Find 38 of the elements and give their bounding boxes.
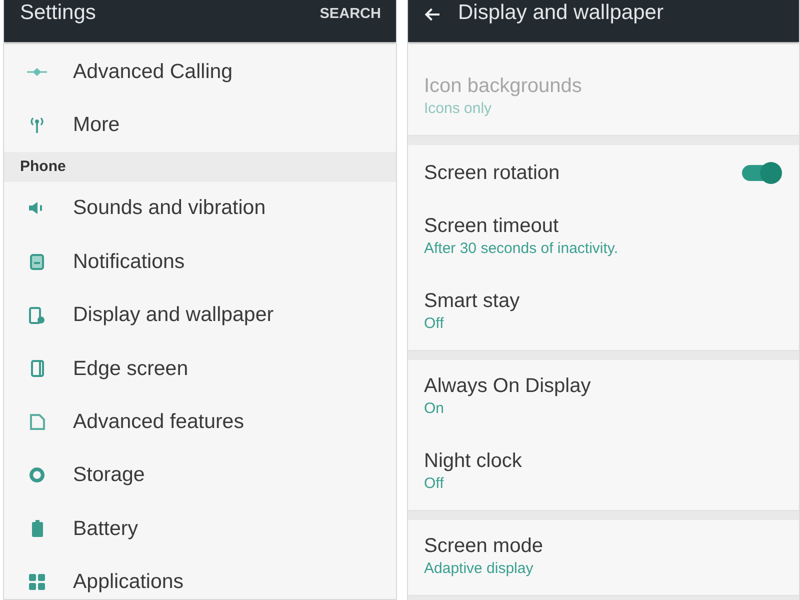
setting-summary: On bbox=[424, 400, 446, 418]
section-header: Phone bbox=[4, 152, 396, 182]
settings-item[interactable]: Storage bbox=[4, 448, 396, 502]
back-arrow-icon bbox=[425, 8, 440, 21]
setting-title[interactable]: Screen timeout bbox=[424, 214, 618, 238]
settings-item[interactable]: Applications bbox=[4, 556, 396, 599]
settings-item[interactable]: Notifications bbox=[4, 235, 396, 289]
phone-outline-icon bbox=[30, 360, 44, 378]
setting-title[interactable]: Smart stay bbox=[424, 289, 520, 313]
settings-item[interactable]: More bbox=[4, 98, 396, 152]
ring-icon bbox=[29, 467, 45, 484]
setting-summary: Off bbox=[424, 475, 445, 493]
screen-title: Settings bbox=[20, 1, 96, 25]
setting-summary: Adaptive display bbox=[424, 560, 534, 578]
square-panel-icon bbox=[30, 254, 44, 270]
search-button[interactable]: SEARCH bbox=[318, 4, 382, 24]
phone-circle-icon bbox=[29, 306, 45, 324]
diamond-line-icon bbox=[27, 68, 47, 76]
setting-title[interactable]: Night clock bbox=[424, 449, 522, 473]
card-outline-icon bbox=[30, 414, 44, 430]
setting-summary: After 30 seconds of inactivity. bbox=[424, 240, 618, 258]
setting-summary: Icons only bbox=[424, 100, 493, 118]
setting-summary: Off bbox=[424, 315, 445, 333]
grid-icon bbox=[29, 574, 45, 590]
toggle-switch[interactable] bbox=[740, 162, 782, 184]
battery-icon bbox=[32, 520, 42, 538]
antenna-icon bbox=[30, 117, 44, 134]
setting-title[interactable]: Screen mode bbox=[424, 534, 543, 558]
setting-title[interactable]: Screen rotation bbox=[424, 160, 560, 184]
settings-item[interactable]: Sounds and vibration bbox=[4, 182, 396, 236]
speaker-icon bbox=[29, 201, 45, 216]
screen-title: Display and wallpaper bbox=[458, 1, 664, 25]
settings-item[interactable]: Battery bbox=[4, 502, 396, 556]
setting-title[interactable]: Always On Display bbox=[424, 374, 591, 398]
settings-item[interactable]: Advanced features bbox=[4, 395, 396, 449]
settings-item[interactable]: Edge screen bbox=[4, 342, 396, 396]
settings-item[interactable]: Advanced Calling bbox=[4, 45, 396, 98]
settings-item[interactable]: Display and wallpaper bbox=[4, 288, 396, 342]
